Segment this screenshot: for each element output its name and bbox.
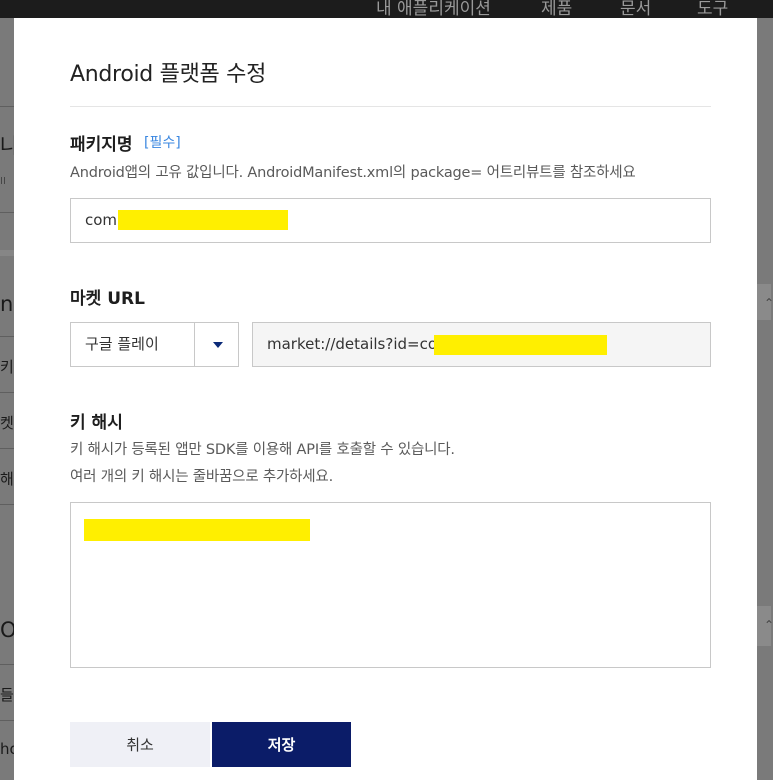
title-divider [70, 106, 711, 107]
required-tag: [필수] [144, 135, 181, 151]
bg-divider [0, 720, 14, 721]
caret-down-icon[interactable] [213, 342, 223, 348]
bg-fragment: ho [0, 740, 14, 758]
bg-fragment: 해 [0, 470, 14, 488]
store-select-value: 구글 플레이 [85, 335, 159, 353]
key-hash-description: 여러 개의 키 해시는 줄바꿈으로 추가하세요. [70, 469, 333, 485]
nav-docs[interactable]: 문서 [620, 0, 651, 18]
redacted-package-id [434, 335, 607, 355]
bg-divider [0, 448, 14, 449]
market-url-label: 마켓 URL [70, 289, 145, 309]
cancel-button[interactable]: 취소 [70, 722, 210, 767]
market-url-value: market://details?id=cor [267, 335, 444, 353]
package-name-description: Android앱의 고유 값입니다. AndroidManifest.xml의 … [70, 165, 636, 181]
edit-android-platform-dialog: Android 플랫폼 수정 패키지명 [필수] Android앱의 고유 값입… [14, 18, 757, 780]
bg-panel [0, 250, 14, 256]
redacted-key-hash [84, 519, 310, 541]
redacted-package-name [118, 210, 288, 230]
package-name-label: 패키지명 [70, 135, 133, 155]
bg-fragment: 나 [0, 134, 14, 158]
save-button[interactable]: 저장 [212, 722, 351, 767]
bg-fragment: II [0, 176, 6, 187]
store-select[interactable]: 구글 플레이 [70, 322, 239, 367]
bg-divider [0, 504, 14, 505]
nav-tools[interactable]: 도구 [697, 0, 728, 18]
dialog-title: Android 플랫폼 수정 [70, 62, 267, 87]
bg-divider [0, 212, 14, 213]
bg-fragment: 들 [0, 686, 14, 704]
key-hash-label: 키 해시 [70, 413, 123, 433]
bg-divider [0, 664, 14, 665]
bg-divider [0, 336, 14, 337]
chevron-up-icon: ⌃ [764, 618, 773, 632]
key-hash-description: 키 해시가 등록된 앱만 SDK를 이용해 API를 호출할 수 있습니다. [70, 442, 455, 458]
package-name-value: com. [85, 211, 122, 229]
background-top-nav: 내 애플리케이션 제품 문서 도구 [0, 0, 773, 18]
chevron-up-icon: ⌃ [764, 296, 773, 310]
bg-fragment: OS [0, 618, 14, 642]
select-divider [194, 323, 195, 366]
bg-fragment: 켓 [0, 414, 14, 432]
bg-fragment: 키 [0, 358, 14, 376]
nav-my-applications[interactable]: 내 애플리케이션 [376, 0, 491, 18]
bg-fragment: nc [0, 292, 14, 316]
bg-divider [0, 106, 14, 107]
bg-divider [0, 392, 14, 393]
nav-products[interactable]: 제품 [541, 0, 572, 18]
